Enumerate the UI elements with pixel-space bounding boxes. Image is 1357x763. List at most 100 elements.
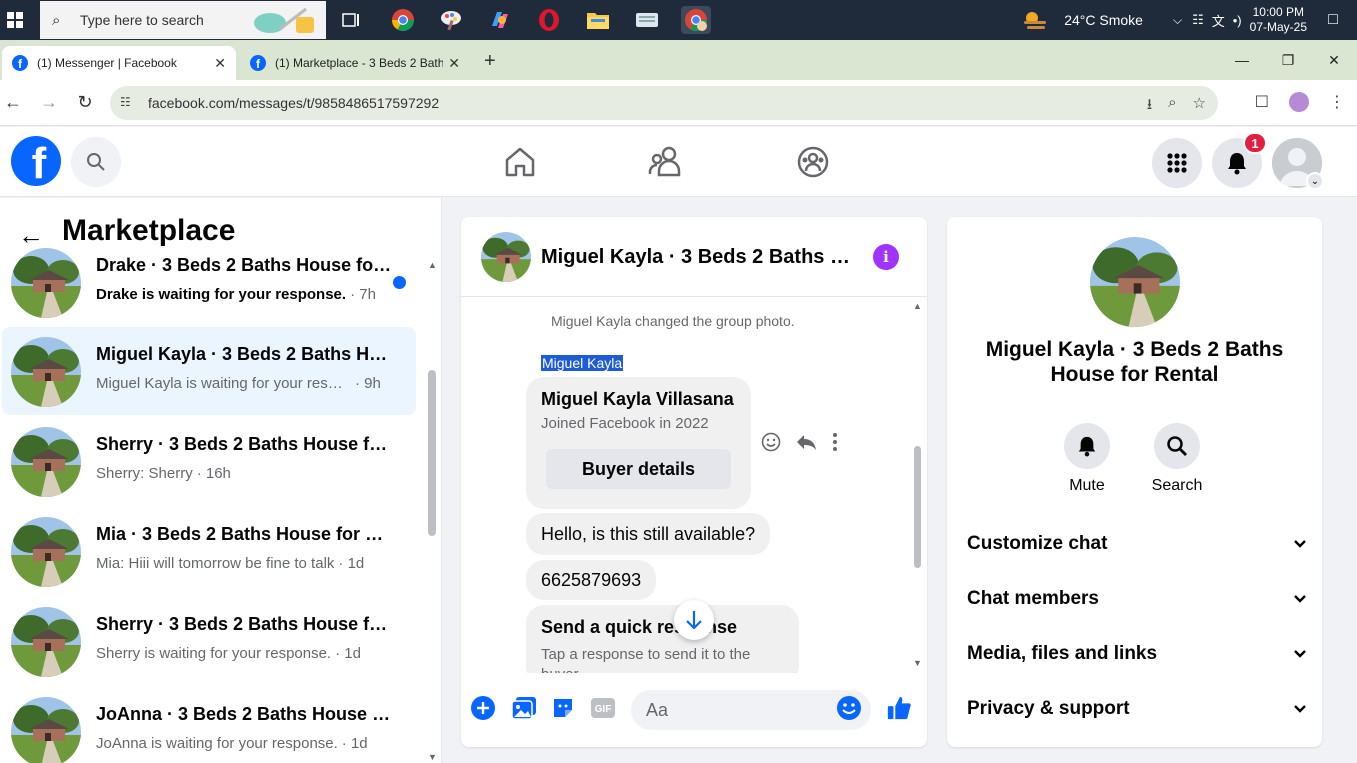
quick-response-subtitle: Tap a response to send it to the buyer [541,646,751,673]
conversation-preview: Drake is waiting for your response. · 7h [96,286,376,303]
minimize-icon[interactable]: — [1219,40,1265,80]
mute-button[interactable]: Mute [1047,423,1127,495]
bookmark-star-icon[interactable]: ☆ [1193,94,1206,119]
notification-center-icon[interactable]: □ [1317,11,1349,29]
restore-icon[interactable]: ❐ [1265,40,1311,80]
close-icon[interactable]: ✕ [214,55,226,72]
search-in-chat-button[interactable]: Search [1137,423,1217,495]
tab-marketplace[interactable]: f (1) Marketplace - 3 Beds 2 Bath ✕ [240,46,470,80]
listing-avatar [11,517,81,587]
conversation-item[interactable]: Sherry · 3 Beds 2 Baths House for Rental… [2,417,416,505]
conversation-item[interactable]: Mia · 3 Beds 2 Baths House for Rental Mi… [2,507,416,595]
scroll-up-arrow-icon[interactable]: ▲ [913,301,922,311]
chevron-up-icon[interactable]: ⌵ [1173,13,1182,28]
info-icon[interactable]: i [873,244,899,270]
section-label: Privacy & support [967,698,1130,719]
reply-icon[interactable] [795,432,817,452]
message-input[interactable]: Aa [631,690,871,730]
message-bubble[interactable]: Hello, is this still available? [526,513,771,555]
friends-icon[interactable] [648,145,682,179]
install-app-icon[interactable]: ⭳ [1147,94,1152,119]
tab-messenger[interactable]: f (1) Messenger | Facebook ✕ [2,46,236,80]
chrome-icon[interactable] [388,6,418,34]
clock[interactable]: 10:00 PM 07-May-25 [1250,5,1307,35]
conversation-item[interactable]: Sherry · 3 Beds 2 Baths House for Rental… [2,597,416,685]
message-bubble[interactable]: 6625879693 [526,560,657,600]
copilot-icon[interactable] [485,6,515,34]
section-chat-members[interactable]: Chat members [967,584,1307,614]
chevron-down-icon[interactable]: ⌄ [1306,172,1324,190]
task-view-icon[interactable] [336,6,366,34]
groups-icon[interactable] [796,145,830,179]
scroll-down-arrow-icon[interactable]: ▼ [913,658,922,668]
section-privacy-support[interactable]: Privacy & support [967,694,1307,724]
more-options-icon[interactable] [831,432,839,452]
grid-menu-icon [1167,153,1187,173]
search-highlight-illustration [254,7,314,33]
chat-title[interactable]: Miguel Kayla · 3 Beds 2 Baths House for … [541,246,851,269]
facebook-logo-icon[interactable]: f [11,136,61,186]
menu-kebab-icon[interactable]: ⋮ [1329,92,1345,112]
window-close-icon[interactable]: ✕ [1311,40,1357,80]
chat-scrollbar[interactable] [914,446,921,568]
thumbs-up-icon[interactable] [886,695,912,721]
photo-icon[interactable] [511,695,537,721]
facebook-header: f 1 ⌄ [0,127,1357,197]
windows-taskbar: ⌕ Type here to search 24°C Smoke ⌵ ☷ 文 •… [0,0,1357,40]
url-field[interactable]: ☷ facebook.com/messages/t/98584865175972… [110,86,1218,120]
chat-avatar[interactable] [481,232,531,282]
conversation-item-selected[interactable]: Miguel Kayla · 3 Beds 2 Baths House for … [2,327,416,415]
keyboard-app-icon[interactable] [632,6,662,34]
section-label: Customize chat [967,533,1108,554]
network-icon[interactable]: ☷ [1192,12,1204,28]
file-explorer-icon[interactable] [583,6,613,34]
start-button[interactable] [0,0,30,40]
emoji-icon[interactable] [836,695,862,721]
scroll-down-arrow-icon[interactable]: ▼ [428,752,437,762]
chat-list-sidebar: ← Marketplace Drake · 3 Beds 2 Baths Hou… [0,198,442,763]
section-label: Media, files and links [967,643,1158,664]
taskbar-search[interactable]: ⌕ Type here to search [40,1,326,39]
weather-text[interactable]: 24°C Smoke [1064,12,1143,28]
chat-header: Miguel Kayla · 3 Beds 2 Baths House for … [461,217,927,297]
paint-icon[interactable] [436,6,466,34]
conversation-item[interactable]: Drake · 3 Beds 2 Baths House for Rental … [2,238,416,326]
tab-search-icon[interactable]: ☐ [1255,92,1269,112]
scroll-up-arrow-icon[interactable]: ▲ [428,260,437,270]
chat-info-avatar [1090,237,1180,327]
buyer-joined: Joined Facebook in 2022 [541,415,709,432]
close-icon[interactable]: ✕ [448,55,460,72]
buyer-details-button[interactable]: Buyer details [546,449,731,489]
chrome-profile-icon[interactable] [681,6,711,34]
zoom-icon[interactable]: ⌕ [1168,94,1176,119]
react-emoji-icon[interactable] [761,432,781,452]
sidebar-scrollbar[interactable] [428,370,436,536]
jump-to-latest-button[interactable] [674,600,714,640]
add-attachment-icon[interactable] [470,695,496,721]
facebook-search-button[interactable] [71,137,121,187]
facebook-favicon-icon: f [250,55,266,71]
reload-icon[interactable]: ↻ [74,92,96,113]
site-info-icon[interactable]: ☷ [120,95,138,111]
language-icon[interactable]: 文 [1212,11,1225,30]
opera-icon[interactable] [534,6,564,34]
listing-avatar [11,427,81,497]
new-tab-icon[interactable]: + [484,50,496,73]
search-label: Search [1151,477,1203,494]
home-icon[interactable] [503,145,537,179]
section-media-files-links[interactable]: Media, files and links [967,639,1307,669]
volume-icon[interactable]: •) [1233,13,1242,28]
profile-avatar-icon[interactable] [1289,92,1309,112]
conversation-title: JoAnna · 3 Beds 2 Baths House for Rental [96,704,396,724]
forward-icon[interactable]: → [38,92,60,113]
buyer-name: Miguel Kayla Villasana [541,389,734,409]
message-thread: Miguel Kayla changed the group photo. Mi… [461,298,927,673]
conversation-item[interactable]: JoAnna · 3 Beds 2 Baths House for Rental… [2,687,416,763]
back-icon[interactable]: ← [2,92,24,113]
sticker-icon[interactable] [550,695,576,721]
section-customize-chat[interactable]: Customize chat [967,529,1307,559]
unread-dot [393,276,406,289]
gif-icon[interactable]: GIF [590,695,616,721]
clock-time: 10:00 PM [1252,5,1304,19]
menu-button[interactable] [1152,138,1202,188]
